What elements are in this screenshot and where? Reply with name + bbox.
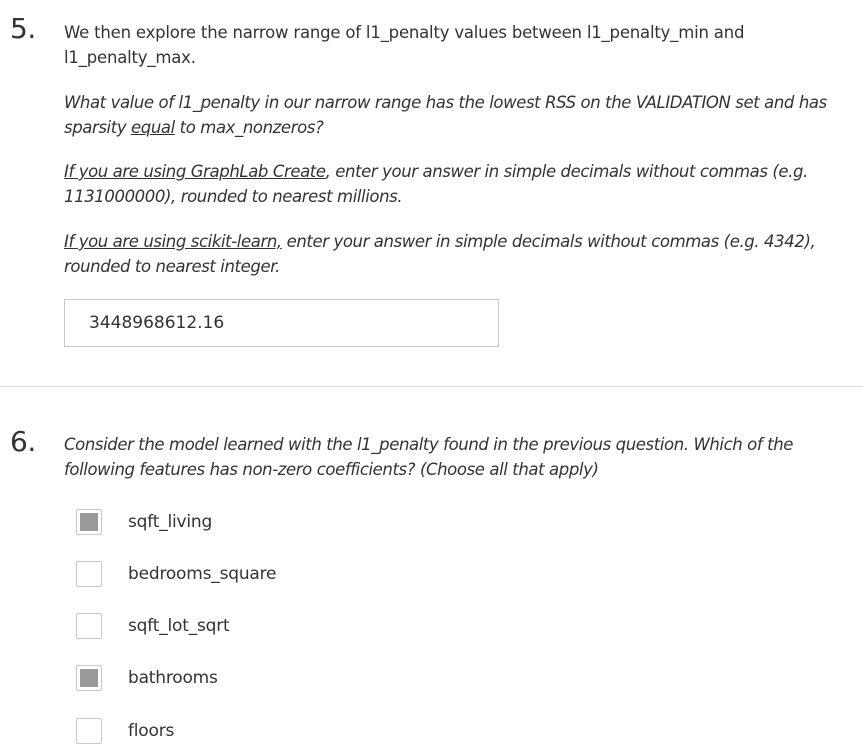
question-divider	[0, 386, 863, 387]
checkbox-sqft-living[interactable]	[76, 509, 102, 535]
option-bathrooms[interactable]: bathrooms	[76, 664, 218, 692]
option-label-sqft-lot-sqrt: sqft_lot_sqrt	[128, 616, 230, 636]
checkbox-sqft-lot-sqrt[interactable]	[76, 613, 102, 639]
answer-input[interactable]	[64, 299, 499, 347]
checkbox-bathrooms[interactable]	[76, 665, 102, 691]
question-number-5: 5.	[10, 12, 36, 45]
graphlab-line-2: 1131000000), rounded to nearest millions…	[64, 187, 403, 206]
option-sqft-living[interactable]: sqft_living	[76, 508, 212, 536]
option-bedrooms-square[interactable]: bedrooms_square	[76, 560, 276, 588]
question-number-6: 6.	[10, 425, 36, 458]
graphlab-underlined: If you are using GraphLab Create	[64, 162, 326, 181]
option-sqft-lot-sqrt[interactable]: sqft_lot_sqrt	[76, 612, 230, 640]
prompt-line-1: We then explore the narrow range of l1_p…	[64, 23, 745, 42]
equal-underlined: equal	[131, 118, 175, 137]
graphlab-rest: , enter your answer in simple decimals w…	[325, 162, 809, 181]
sklearn-instruction: If you are using scikit-learn, enter you…	[64, 229, 854, 279]
graphlab-instruction: If you are using GraphLab Create, enter …	[64, 159, 854, 209]
checkbox-bedrooms-square[interactable]	[76, 561, 102, 587]
option-label-bathrooms: bathrooms	[128, 668, 218, 688]
q6-line-2: following features has non-zero coeffici…	[64, 460, 599, 479]
question-line-1: What value of l1_penalty in our narrow r…	[64, 93, 827, 112]
question-5-question: What value of l1_penalty in our narrow r…	[64, 90, 854, 140]
question-line-2-post: to max_nonzeros?	[174, 118, 324, 137]
prompt-line-2: l1_penalty_max.	[64, 48, 196, 67]
question-6-question: Consider the model learned with the l1_p…	[64, 432, 854, 482]
question-line-2-pre: sparsity	[64, 118, 132, 137]
option-label-sqft-living: sqft_living	[128, 512, 213, 532]
checkbox-floors[interactable]	[76, 718, 102, 744]
option-label-floors: floors	[128, 721, 175, 741]
q6-line-1: Consider the model learned with the l1_p…	[64, 435, 794, 454]
question-5-body: We then explore the narrow range of l1_p…	[64, 20, 854, 70]
sklearn-rest: enter your answer in simple decimals wit…	[281, 232, 816, 251]
sklearn-underlined: If you are using scikit-learn,	[64, 232, 282, 251]
option-floors[interactable]: floors	[76, 717, 174, 745]
option-label-bedrooms-square: bedrooms_square	[128, 564, 277, 584]
sklearn-line-2: rounded to nearest integer.	[64, 257, 280, 276]
question-5-prompt: We then explore the narrow range of l1_p…	[64, 20, 854, 70]
